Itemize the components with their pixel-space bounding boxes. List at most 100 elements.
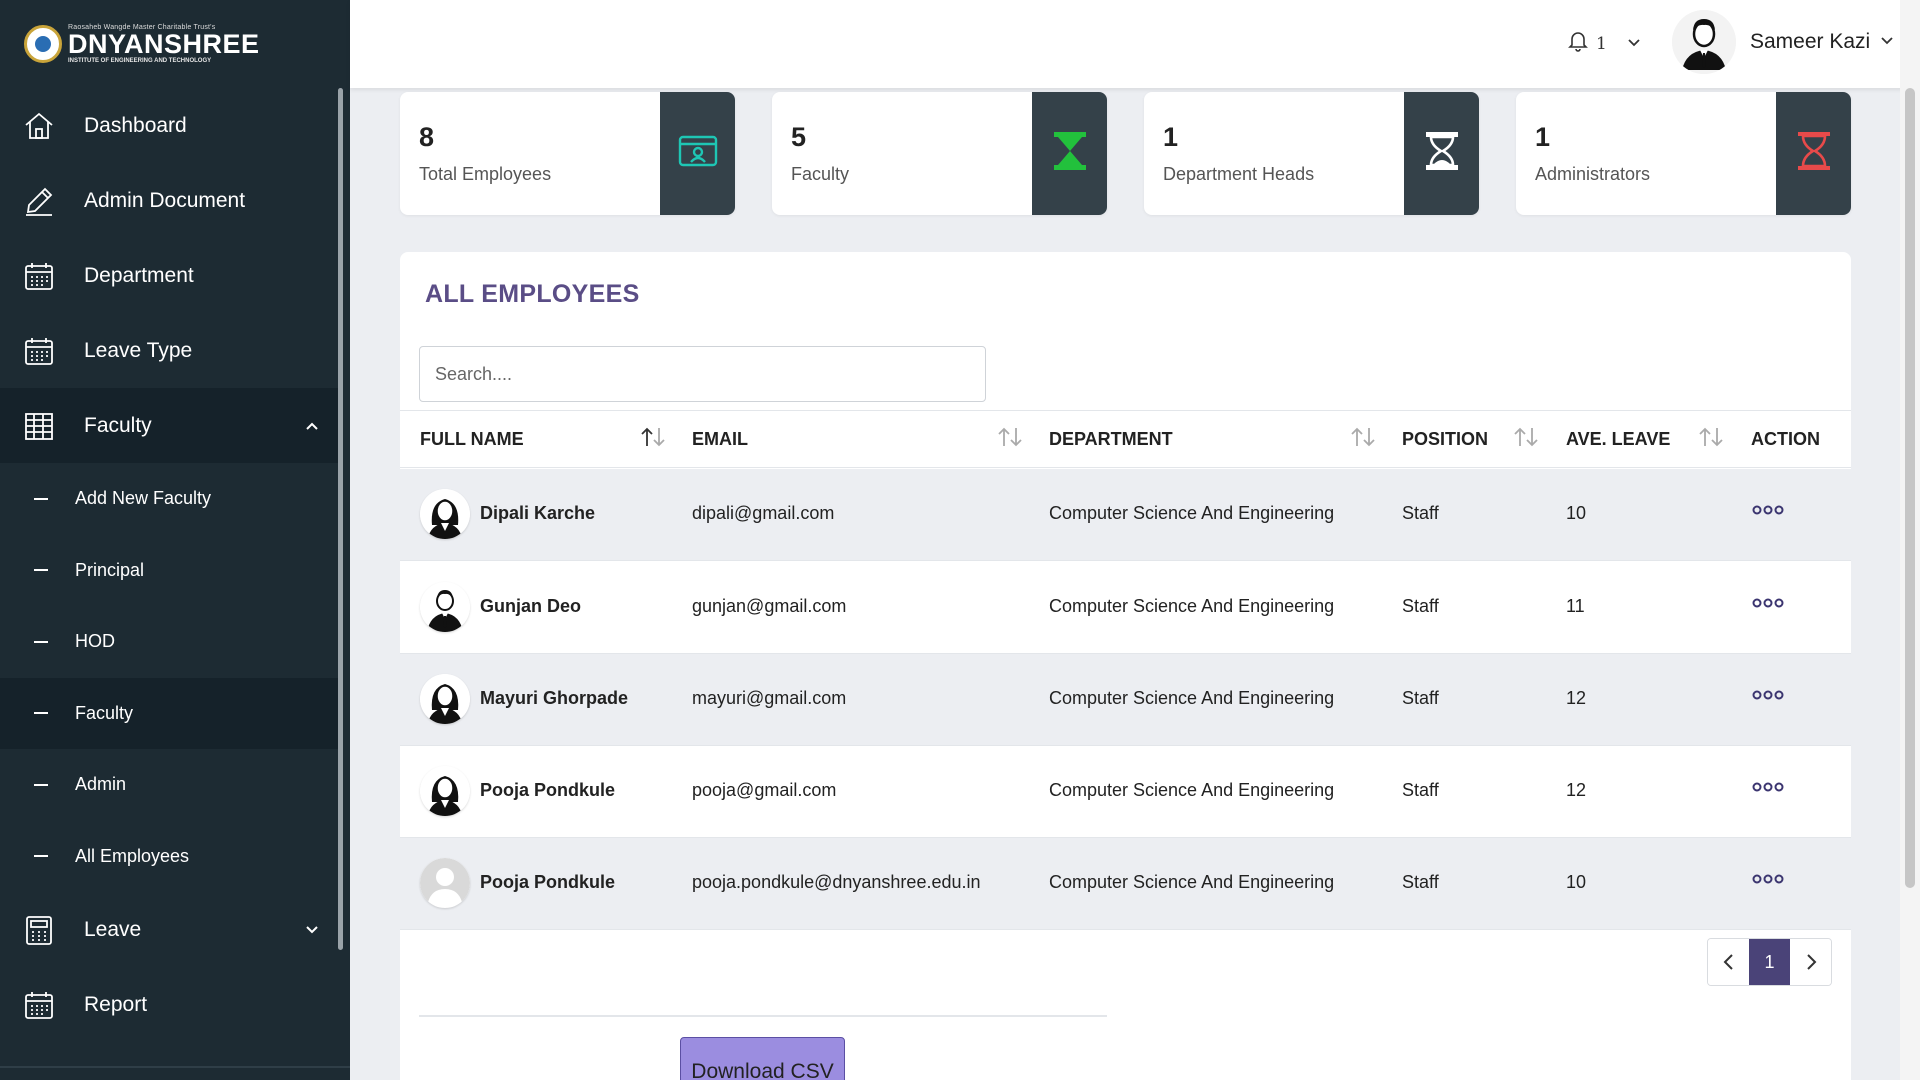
stat-value: 5: [791, 122, 807, 152]
employee-position: Staff: [1402, 503, 1439, 523]
home-icon: [22, 109, 56, 143]
employee-name[interactable]: Dipali Karche: [480, 503, 595, 524]
brand-logo[interactable]: Raosaheb Wangde Master Charitable Trust'…: [24, 22, 260, 66]
sort-icon[interactable]: [1696, 426, 1726, 453]
page-scrollbar[interactable]: [1905, 88, 1915, 888]
sidebar-subitem-label: Admin: [75, 774, 127, 795]
sidebar-item-label: Leave Type: [84, 338, 193, 362]
calendar-icon: [22, 259, 56, 293]
sidebar-item-label: Faculty: [84, 413, 152, 437]
more-options-icon[interactable]: [1752, 596, 1784, 614]
sort-asc-icon[interactable]: [638, 426, 668, 453]
employee-email: gunjan@gmail.com: [692, 596, 847, 616]
column-header-position[interactable]: POSITION: [1402, 429, 1488, 450]
employee-position: Staff: [1402, 780, 1439, 800]
sort-icon[interactable]: [1348, 426, 1378, 453]
sidebar-item-department[interactable]: Department: [0, 238, 340, 313]
chevron-up-icon: [304, 416, 320, 440]
top-header: 1 Sameer Kazi: [350, 0, 1910, 88]
employee-position: Staff: [1402, 596, 1439, 616]
employee-leave: 12: [1566, 780, 1587, 800]
employee-email: mayuri@gmail.com: [692, 688, 847, 708]
sidebar-item-leave-type[interactable]: Leave Type: [0, 313, 340, 388]
male-avatar-icon: [420, 582, 470, 632]
employee-department: Computer Science And Engineering: [1049, 503, 1335, 523]
more-options-icon[interactable]: [1752, 688, 1784, 706]
employee-leave: 10: [1566, 503, 1587, 523]
sidebar-subitem-label: Principal: [75, 559, 145, 580]
column-header-email[interactable]: EMAIL: [692, 429, 748, 450]
sort-icon[interactable]: [1511, 426, 1541, 453]
employee-email: pooja@gmail.com: [692, 780, 837, 800]
employee-name[interactable]: Pooja Pondkule: [480, 780, 615, 801]
download-csv-button[interactable]: Download CSV: [680, 1037, 845, 1080]
more-options-icon[interactable]: [1752, 872, 1784, 890]
sidebar-subitem-faculty[interactable]: Faculty: [0, 677, 340, 749]
sidebar-item-admin-document[interactable]: Admin Document: [0, 163, 340, 238]
female-avatar-icon: [420, 674, 470, 724]
female-avatar-icon: [420, 766, 470, 816]
dash-icon: [34, 640, 48, 643]
sidebar: Raosaheb Wangde Master Charitable Trust'…: [0, 0, 350, 1080]
employee-name[interactable]: Mayuri Ghorpade: [480, 688, 628, 709]
employee-position: Staff: [1402, 688, 1439, 708]
bell-icon: [1568, 30, 1588, 57]
employee-department: Computer Science And Engineering: [1049, 780, 1335, 800]
sidebar-subitem-admin[interactable]: Admin: [0, 749, 340, 821]
employee-name[interactable]: Gunjan Deo: [480, 596, 581, 617]
notification-dropdown[interactable]: 1: [1568, 30, 1641, 57]
sort-icon[interactable]: [995, 426, 1025, 453]
column-header-ave-leave[interactable]: AVE. LEAVE: [1566, 429, 1670, 450]
calendar-icon: [22, 334, 56, 368]
sidebar-item-label: Admin Document: [84, 188, 246, 212]
female-avatar-icon: [420, 489, 470, 539]
sidebar-subitem-add-new-faculty[interactable]: Add New Faculty: [0, 463, 340, 535]
user-menu[interactable]: Sameer Kazi: [1672, 10, 1894, 74]
pagination: 1: [1707, 938, 1832, 986]
more-options-icon[interactable]: [1752, 503, 1784, 521]
chevron-down-icon: [1880, 33, 1894, 52]
employee-department: Computer Science And Engineering: [1049, 872, 1335, 892]
stat-value: 1: [1535, 122, 1551, 152]
prev-page-button[interactable]: [1708, 939, 1749, 985]
stat-card-faculty[interactable]: 5 Faculty: [772, 92, 1107, 215]
table-row: Pooja Pondkule pooja.pondkule@dnyanshree…: [400, 838, 1851, 930]
column-header-department[interactable]: DEPARTMENT: [1049, 429, 1173, 450]
chevron-down-icon: [304, 920, 320, 944]
employee-name[interactable]: Pooja Pondkule: [480, 872, 615, 893]
sidebar-scrollbar[interactable]: [338, 88, 343, 950]
panel-title: ALL EMPLOYEES: [425, 280, 640, 308]
stat-label: Total Employees: [419, 164, 552, 184]
sidebar-item-dashboard[interactable]: Dashboard: [0, 88, 340, 163]
sidebar-subitem-label: Faculty: [75, 702, 134, 723]
search-input[interactable]: [419, 346, 986, 402]
sidebar-subitem-hod[interactable]: HOD: [0, 606, 340, 678]
sidebar-item-leave[interactable]: Leave: [0, 892, 340, 967]
stat-card-total-employees[interactable]: 8 Total Employees: [400, 92, 735, 215]
employee-email: pooja.pondkule@dnyanshree.edu.in: [692, 872, 981, 892]
sidebar-item-report[interactable]: Report: [0, 967, 340, 1042]
sidebar-item-label: Leave: [84, 917, 142, 941]
user-name: Sameer Kazi: [1750, 30, 1871, 53]
sidebar-subitem-principal[interactable]: Principal: [0, 535, 340, 607]
sidebar-item-faculty[interactable]: Faculty: [0, 388, 340, 463]
page-number-button[interactable]: 1: [1749, 939, 1790, 985]
sidebar-subitem-all-employees[interactable]: All Employees: [0, 821, 340, 893]
sidebar-item-label: Dashboard: [84, 113, 187, 137]
sidebar-divider: [0, 1066, 350, 1068]
calculator-icon: [22, 913, 56, 947]
employee-department: Computer Science And Engineering: [1049, 688, 1335, 708]
more-options-icon[interactable]: [1752, 780, 1784, 798]
stat-value: 1: [1163, 122, 1179, 152]
id-card-icon: [678, 133, 718, 174]
stat-card-administrators[interactable]: 1 Administrators: [1516, 92, 1851, 215]
stat-label: Administrators: [1535, 164, 1651, 184]
stat-card-department-heads[interactable]: 1 Department Heads: [1144, 92, 1479, 215]
employee-leave: 12: [1566, 688, 1587, 708]
column-header-full-name[interactable]: FULL NAME: [420, 429, 524, 450]
chevron-down-icon: [1627, 34, 1641, 54]
sidebar-item-label: Department: [84, 263, 194, 287]
sidebar-nav: Dashboard Admin Document Department Leav…: [0, 88, 340, 1042]
next-page-button[interactable]: [1790, 939, 1831, 985]
hourglass-icon: [1424, 131, 1460, 176]
